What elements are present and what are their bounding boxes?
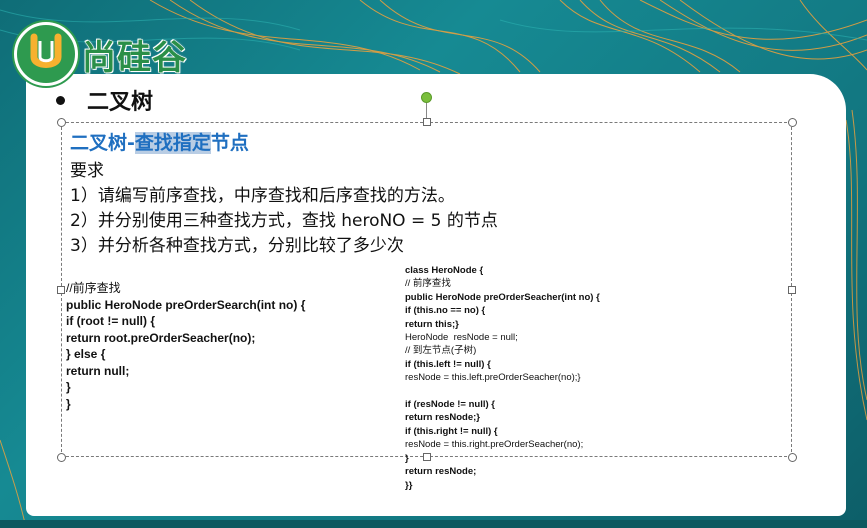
logo-wordmark: 尚硅谷 <box>82 37 187 78</box>
requirement-item-1: 1）请编写前序查找，中序查找和后序查找的方法。 <box>70 186 455 206</box>
code-line: return root.preOrderSeacher(no); <box>66 330 256 345</box>
code-line: if (root != null) { <box>66 314 155 328</box>
resize-handle-right[interactable] <box>788 286 796 294</box>
subtitle-selected-text[interactable]: 查找指定 <box>134 132 211 154</box>
code-line: } <box>66 396 71 411</box>
subtitle-prefix: 二叉树- <box>70 132 135 154</box>
code-line: return resNode; <box>405 466 477 478</box>
logo-u-icon <box>14 22 78 86</box>
code-line: public HeroNode preOrderSeacher(int no) … <box>405 291 600 303</box>
code-line: } <box>66 380 71 394</box>
presentation-slide-canvas: 尚硅谷 二叉树 二叉树-查找指定节点 要求 1）请编写前序查找，中序查找和后序查… <box>0 0 867 528</box>
bullet-dot-icon <box>56 95 65 105</box>
code-line: return null; <box>66 363 130 378</box>
code-block-preorder-search: //前序查找 public HeroNode preOrderSearch(in… <box>66 280 305 412</box>
resize-handle-top[interactable] <box>423 118 431 126</box>
code-line: }} <box>405 479 413 491</box>
code-line: if (this.left != null) { <box>405 358 491 370</box>
code-line: } else { <box>66 347 106 361</box>
code-line: } <box>405 452 409 464</box>
rotate-handle-icon[interactable] <box>421 92 432 103</box>
requirements-heading: 要求 <box>70 161 104 181</box>
code-comment: // 前序查找 <box>405 278 451 290</box>
code-comment: // 到左节点(子树) <box>405 345 477 357</box>
section-subtitle[interactable]: 二叉树-查找指定节点 <box>70 128 249 155</box>
code-line: return this;} <box>405 318 459 330</box>
resize-handle-left[interactable] <box>57 286 65 294</box>
code-line: if (resNode != null) { <box>405 399 495 411</box>
code-line: HeroNode resNode = null; <box>405 332 518 344</box>
code-line: resNode = this.right.preOrderSeacher(no)… <box>405 439 584 451</box>
code-line: if (this.right != null) { <box>405 425 498 437</box>
code-line: return resNode;} <box>405 412 480 424</box>
code-line: public HeroNode preOrderSearch(int no) { <box>66 297 306 312</box>
requirement-item-3: 3）并分析各种查找方式，分别比较了多少次 <box>70 236 404 256</box>
code-line: if (this.no == no) { <box>405 305 486 317</box>
brand-logo: 尚硅谷 <box>14 22 187 86</box>
resize-handle-bottom-right[interactable] <box>788 453 797 462</box>
code-line: resNode = this.left.preOrderSeacher(no);… <box>405 372 581 384</box>
resize-handle-top-left[interactable] <box>57 118 66 127</box>
bullet-title-text: 二叉树 <box>87 90 154 115</box>
code-line: class HeroNode { <box>405 265 484 276</box>
code-block-heronode-class: class HeroNode { // 前序查找 public HeroNode… <box>405 264 600 492</box>
resize-handle-bottom-left[interactable] <box>57 453 66 462</box>
resize-handle-top-right[interactable] <box>788 118 797 127</box>
slide-bullet-title: 二叉树 <box>56 84 153 116</box>
slide-bottom-strip <box>0 520 867 528</box>
code-line: //前序查找 <box>66 281 121 295</box>
requirement-item-2: 2）并分别使用三种查找方式，查找 heroNO = 5 的节点 <box>70 211 498 231</box>
subtitle-suffix: 节点 <box>210 132 249 154</box>
